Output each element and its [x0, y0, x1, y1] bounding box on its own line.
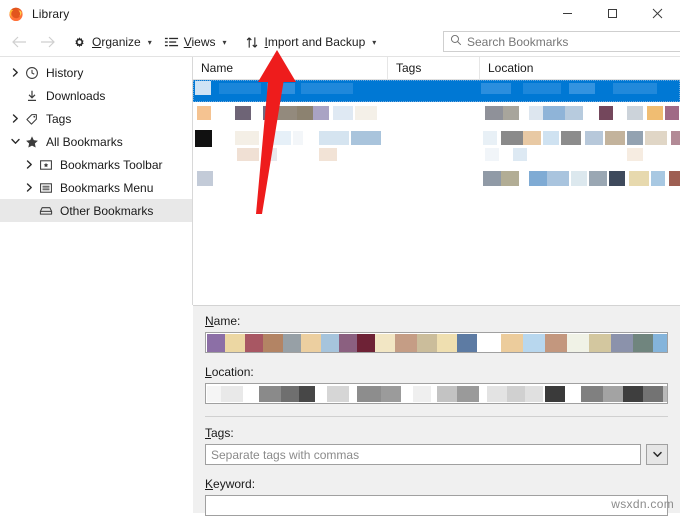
location-input[interactable] [205, 383, 668, 404]
title-bar: Library [0, 0, 680, 28]
chevron-down-icon: ▾ [222, 38, 227, 47]
location-field-row [205, 383, 668, 404]
column-header-name[interactable]: Name [193, 57, 388, 79]
menu-folder-icon [38, 181, 54, 195]
keyword-field-label: Keyword: [205, 477, 256, 491]
sidebar-item-label: History [46, 65, 84, 80]
other-folder-icon [38, 204, 54, 218]
sidebar-item-history[interactable]: History [0, 61, 192, 84]
tag-icon [24, 112, 40, 126]
maximize-button[interactable] [590, 0, 635, 27]
forward-arrow-icon[interactable] [34, 30, 60, 54]
import-and-backup-button[interactable]: Import and Backup ▾ [239, 30, 383, 54]
clock-icon [24, 66, 40, 80]
search-input[interactable]: Search Bookmarks [443, 31, 680, 52]
sidebar-item-bookmarks-toolbar[interactable]: Bookmarks Toolbar [0, 153, 192, 176]
table-row[interactable] [193, 80, 680, 102]
sidebar-item-bookmarks-menu[interactable]: Bookmarks Menu [0, 176, 192, 199]
tags-placeholder: Separate tags with commas [211, 448, 360, 462]
sidebar-item-other-bookmarks[interactable]: Other Bookmarks [0, 199, 192, 222]
detail-separator [205, 416, 668, 417]
tags-field-label: Tags: [205, 426, 234, 440]
chevron-down-icon: ▾ [372, 38, 377, 47]
chevron-right-icon[interactable] [20, 160, 38, 169]
table-row[interactable] [193, 102, 680, 128]
search-placeholder: Search Bookmarks [467, 34, 569, 49]
close-button[interactable] [635, 0, 680, 27]
download-icon [24, 89, 40, 103]
body-split: History Downloads Tags All Bookmarks Boo… [0, 57, 680, 305]
column-header-tags[interactable]: Tags [388, 57, 480, 79]
bookmarks-rows[interactable] [193, 80, 680, 305]
sidebar-item-label: Other Bookmarks [60, 203, 154, 218]
window-title: Library [32, 6, 70, 21]
sidebar-item-label: All Bookmarks [46, 134, 123, 149]
library-window: Library Organize ▾ Views ▾ Import and Ba… [0, 0, 680, 516]
sidebar-item-label: Bookmarks Menu [60, 180, 154, 195]
title-bar-left: Library [0, 6, 69, 22]
sidebar-tree: History Downloads Tags All Bookmarks Boo… [0, 57, 193, 305]
window-controls [545, 0, 680, 27]
minimize-button[interactable] [545, 0, 590, 27]
table-row[interactable] [193, 128, 680, 168]
column-header-location[interactable]: Location [480, 57, 680, 79]
organize-button[interactable]: Organize ▾ [66, 30, 158, 54]
chevron-right-icon[interactable] [6, 68, 24, 77]
toolbar: Organize ▾ Views ▾ Import and Backup ▾ S… [0, 28, 680, 57]
sidebar-item-downloads[interactable]: Downloads [0, 84, 192, 107]
name-field-row [205, 332, 668, 353]
bookmark-detail-panel: Name: Location: Tags: Separate tags with… [193, 305, 680, 516]
chevron-right-icon[interactable] [6, 114, 24, 123]
back-arrow-icon[interactable] [6, 30, 32, 54]
gear-icon [72, 35, 87, 50]
tags-field-row: Separate tags with commas [205, 444, 668, 465]
chevron-down-icon: ▾ [147, 38, 152, 47]
firefox-logo-icon [8, 6, 24, 22]
toolbar-folder-icon [38, 158, 54, 172]
chevron-down-icon [652, 451, 662, 457]
table-row[interactable] [193, 168, 680, 194]
tags-input[interactable]: Separate tags with commas [205, 444, 641, 465]
organize-label: Organize [92, 35, 141, 49]
sidebar-item-tags[interactable]: Tags [0, 107, 192, 130]
star-icon [24, 135, 40, 149]
up-down-arrows-icon [245, 35, 260, 50]
views-label: Views [183, 35, 216, 49]
chevron-down-icon[interactable] [6, 137, 24, 146]
bookmarks-list-pane: Name Tags Location [193, 57, 680, 305]
list-view-icon [164, 35, 179, 50]
search-icon [450, 34, 462, 49]
sidebar-item-label: Bookmarks Toolbar [60, 157, 163, 172]
import-and-backup-label: Import and Backup [264, 35, 366, 49]
name-field-label: Name: [205, 314, 241, 328]
sidebar-item-label: Downloads [46, 88, 106, 103]
views-button[interactable]: Views ▾ [158, 30, 233, 54]
sidebar-item-all-bookmarks[interactable]: All Bookmarks [0, 130, 192, 153]
sidebar-item-label: Tags [46, 111, 72, 126]
navigation-buttons [0, 30, 60, 54]
location-field-label: Location: [205, 365, 254, 379]
list-column-header: Name Tags Location [193, 57, 680, 80]
tags-dropdown-button[interactable] [646, 444, 668, 465]
chevron-right-icon[interactable] [20, 183, 38, 192]
watermark: wsxdn.com [611, 497, 674, 511]
name-input[interactable] [205, 332, 668, 353]
